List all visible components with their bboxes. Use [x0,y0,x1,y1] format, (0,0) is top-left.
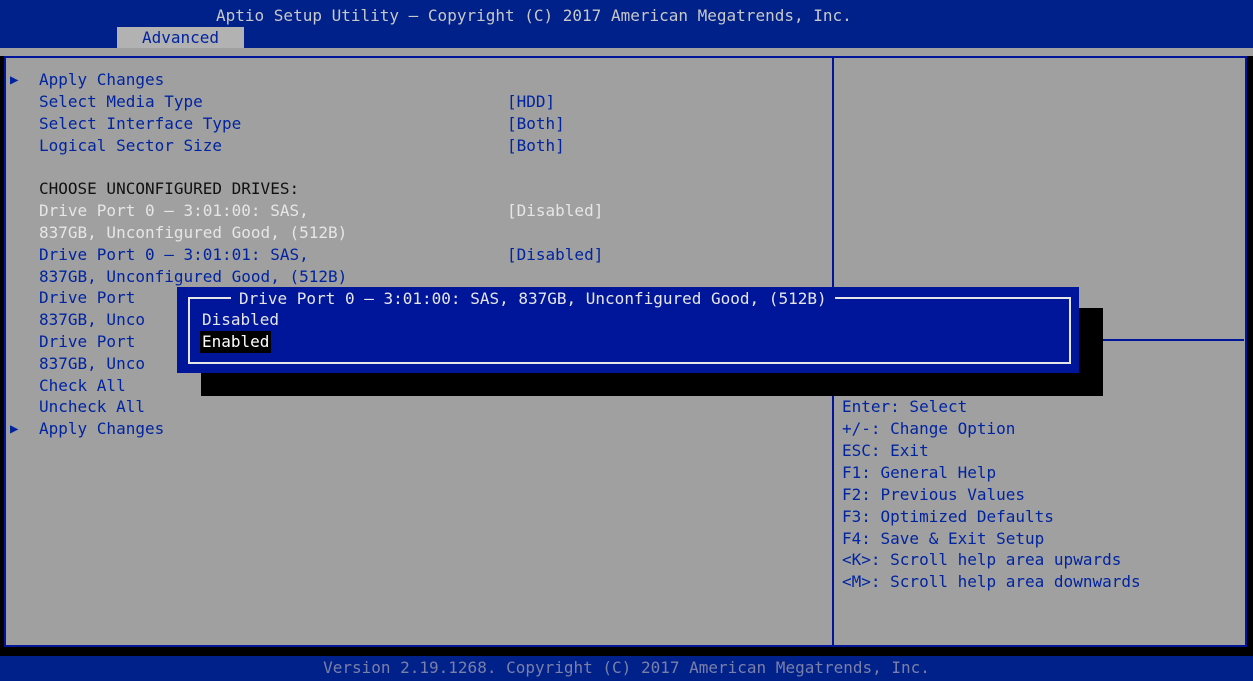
apply-changes-item-bottom[interactable]: Apply Changes [39,418,164,440]
drive-2-line2[interactable]: 837GB, Unco [39,309,145,331]
drive-1-line2[interactable]: 837GB, Unconfigured Good, (512B) [39,266,347,288]
drive-1-value[interactable]: [Disabled] [507,244,603,266]
drive-0-line2[interactable]: 837GB, Unconfigured Good, (512B) [39,222,347,244]
help-f2: F2: Previous Values [842,485,1026,504]
choose-drives-heading: CHOOSE UNCONFIGURED DRIVES: [39,179,300,198]
help-enter-select: Enter: Select [842,397,968,416]
popup-title: Drive Port 0 – 3:01:00: SAS, 837GB, Unco… [231,288,835,310]
header-separator [0,48,1253,56]
drive-1-line1[interactable]: Drive Port 0 – 3:01:01: SAS, [39,244,309,266]
footer-bar: Version 2.19.1268. Copyright (C) 2017 Am… [0,656,1253,681]
select-interface-type-value[interactable]: [Both] [507,113,565,135]
help-f1: F1: General Help [842,463,997,482]
uncheck-all-item[interactable]: Uncheck All [39,396,145,418]
select-media-type-label[interactable]: Select Media Type [39,91,203,113]
check-all-item[interactable]: Check All [39,375,126,397]
popup-option-enabled[interactable]: Enabled [200,331,272,353]
help-f4: F4: Save & Exit Setup [842,529,1045,548]
help-scroll-down: <M>: Scroll help area downwards [842,572,1141,591]
help-change-option: +/-: Change Option [842,419,1016,438]
app-title: Aptio Setup Utility – Copyright (C) 2017… [216,6,852,25]
popup-option-disabled[interactable]: Disabled [202,309,279,331]
footer-version: Version 2.19.1268. Copyright (C) 2017 Am… [323,658,930,677]
select-interface-type-label[interactable]: Select Interface Type [39,113,241,135]
submenu-arrow-icon: ▶ [10,72,19,88]
drive-0-value[interactable]: [Disabled] [507,200,603,222]
help-scroll-up: <K>: Scroll help area upwards [842,550,1122,569]
drive-0-line1[interactable]: Drive Port 0 – 3:01:00: SAS, [39,200,309,222]
tab-advanced[interactable]: Advanced [117,27,244,48]
help-f3: F3: Optimized Defaults [842,507,1054,526]
logical-sector-size-label[interactable]: Logical Sector Size [39,135,222,157]
header-bar: Aptio Setup Utility – Copyright (C) 2017… [0,0,1253,48]
drive-3-line2[interactable]: 837GB, Unco [39,353,145,375]
drive-2-line1[interactable]: Drive Port [39,287,135,309]
apply-changes-item-top[interactable]: Apply Changes [39,69,164,91]
logical-sector-size-value[interactable]: [Both] [507,135,565,157]
help-esc-exit: ESC: Exit [842,441,929,460]
select-media-type-value[interactable]: [HDD] [507,91,555,113]
drive-3-line1[interactable]: Drive Port [39,331,135,353]
submenu-arrow-icon: ▶ [10,421,19,437]
